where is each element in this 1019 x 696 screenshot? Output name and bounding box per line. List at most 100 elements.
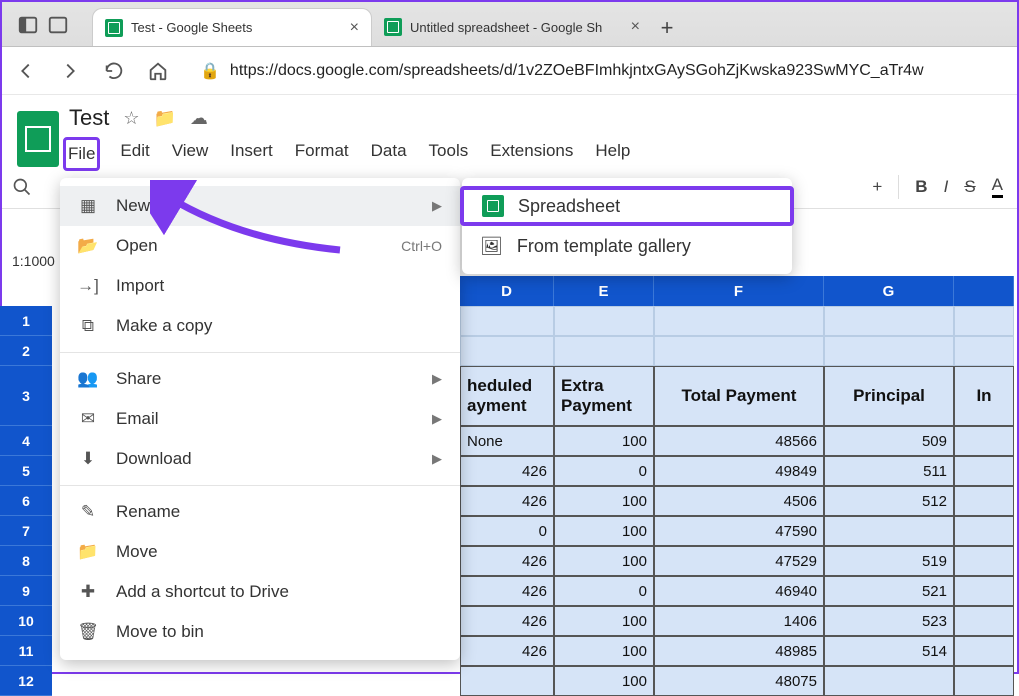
reload-button[interactable]	[102, 59, 126, 83]
window-controls	[7, 4, 92, 46]
row-header[interactable]: 8	[0, 546, 52, 576]
col-header-e[interactable]: E	[554, 276, 654, 306]
cloud-icon[interactable]: ☁	[190, 108, 208, 129]
menu-item-move[interactable]: 📁 Move	[60, 532, 460, 572]
menu-label: Add a shortcut to Drive	[116, 582, 289, 602]
row-header[interactable]: 5	[0, 456, 52, 486]
doc-header: Test ☆ 📁 ☁ File Edit View Insert Format …	[2, 95, 1017, 165]
row-header[interactable]: 12	[0, 666, 52, 696]
home-button[interactable]	[146, 59, 170, 83]
browser-tab-inactive[interactable]: Untitled spreadsheet - Google Sh ×	[372, 8, 652, 46]
menu-item-new[interactable]: ▦ New ▶	[60, 186, 460, 226]
column-headers: D E F G	[460, 276, 1014, 306]
sidebar-icon[interactable]	[17, 14, 39, 36]
cells[interactable]: heduled aymentExtra PaymentTotal Payment…	[460, 306, 1019, 696]
copy-icon: ⧉	[78, 316, 98, 336]
browser-tab-active[interactable]: Test - Google Sheets ×	[92, 8, 372, 46]
row-header[interactable]: 2	[0, 336, 52, 366]
italic-button[interactable]: I	[944, 177, 949, 197]
back-button[interactable]	[14, 59, 38, 83]
move-icon: 📁	[78, 542, 98, 562]
new-tab-button[interactable]: +	[652, 10, 682, 46]
email-icon: ✉	[78, 409, 98, 429]
menu-item-open[interactable]: 📂 Open Ctrl+O	[60, 226, 460, 266]
row-headers: 1 2 3 4 5 6 7 8 9 10 11 12	[0, 306, 52, 696]
row-header[interactable]: 1	[0, 306, 52, 336]
sheets-logo-icon[interactable]	[17, 111, 59, 167]
menu-label: Make a copy	[116, 316, 212, 336]
row-header[interactable]: 9	[0, 576, 52, 606]
col-header-h[interactable]	[954, 276, 1014, 306]
address-bar[interactable]: 🔒 https://docs.google.com/spreadsheets/d…	[190, 61, 1005, 81]
chevron-right-icon: ▶	[432, 451, 442, 467]
shortcut-icon: ✚	[78, 582, 98, 602]
folder-icon: 📂	[78, 236, 98, 256]
row-header[interactable]: 11	[0, 636, 52, 666]
menu-item-import[interactable]: →] Import	[60, 266, 460, 306]
sheets-icon	[384, 18, 402, 36]
separator	[898, 175, 899, 199]
name-box[interactable]: 1:1000	[6, 250, 61, 272]
col-header-d[interactable]: D	[460, 276, 554, 306]
strike-button[interactable]: S	[964, 177, 975, 197]
menu-label: New	[116, 196, 150, 216]
row-header[interactable]: 6	[0, 486, 52, 516]
menu-label: Move to bin	[116, 622, 204, 642]
separator	[60, 485, 460, 486]
move-folder-icon[interactable]: 📁	[154, 108, 176, 129]
menu-item-download[interactable]: ⬇ Download ▶	[60, 439, 460, 479]
bold-button[interactable]: B	[915, 177, 927, 197]
chevron-right-icon: ▶	[432, 371, 442, 387]
row-header[interactable]: 10	[0, 606, 52, 636]
submenu-label: Spreadsheet	[518, 196, 620, 217]
menu-item-copy[interactable]: ⧉ Make a copy	[60, 306, 460, 346]
submenu-spreadsheet[interactable]: Spreadsheet	[460, 186, 794, 226]
import-icon: →]	[78, 276, 98, 296]
submenu-template[interactable]: 🖼 From template gallery	[462, 226, 792, 266]
row-header[interactable]: 4	[0, 426, 52, 456]
close-icon[interactable]: ×	[631, 18, 640, 36]
chevron-right-icon: ▶	[432, 411, 442, 427]
new-submenu: Spreadsheet 🖼 From template gallery	[462, 178, 792, 274]
sheets-icon	[482, 195, 504, 217]
lock-icon: 🔒	[200, 61, 220, 81]
chevron-right-icon: ▶	[432, 198, 442, 214]
row-header[interactable]: 3	[0, 366, 52, 426]
tab-title: Test - Google Sheets	[131, 20, 252, 35]
separator	[60, 352, 460, 353]
tab-title: Untitled spreadsheet - Google Sh	[410, 20, 602, 35]
menu-item-rename[interactable]: ✎ Rename	[60, 492, 460, 532]
download-icon: ⬇	[78, 449, 98, 469]
menu-label: Download	[116, 449, 192, 469]
template-icon: 🖼	[480, 236, 503, 257]
row-header[interactable]: 7	[0, 516, 52, 546]
shortcut: Ctrl+O	[401, 238, 442, 254]
forward-button[interactable]	[58, 59, 82, 83]
menu-item-share[interactable]: 👥 Share ▶	[60, 359, 460, 399]
col-header-f[interactable]: F	[654, 276, 824, 306]
trash-icon: 🗑	[78, 622, 98, 642]
menu-label: Open	[116, 236, 158, 256]
submenu-label: From template gallery	[517, 236, 691, 257]
menu-label: Import	[116, 276, 164, 296]
sheets-icon	[105, 19, 123, 37]
menu-item-bin[interactable]: 🗑 Move to bin	[60, 612, 460, 652]
menu-label: Rename	[116, 502, 180, 522]
url-text: https://docs.google.com/spreadsheets/d/1…	[230, 62, 924, 80]
panel-icon[interactable]	[47, 14, 69, 36]
file-menu-dropdown: ▦ New ▶ 📂 Open Ctrl+O →] Import ⧉ Make a…	[60, 178, 460, 660]
text-color-button[interactable]: A	[992, 175, 1003, 198]
menu-label: Share	[116, 369, 161, 389]
col-header-g[interactable]: G	[824, 276, 954, 306]
doc-title[interactable]: Test	[69, 105, 109, 131]
browser-tab-strip: Test - Google Sheets × Untitled spreadsh…	[2, 2, 1017, 47]
star-icon[interactable]: ☆	[123, 108, 139, 129]
search-icon[interactable]	[2, 177, 42, 197]
menu-item-shortcut[interactable]: ✚ Add a shortcut to Drive	[60, 572, 460, 612]
menu-label: Move	[116, 542, 158, 562]
browser-navbar: 🔒 https://docs.google.com/spreadsheets/d…	[2, 47, 1017, 95]
close-icon[interactable]: ×	[350, 19, 359, 37]
insert-button[interactable]: +	[872, 177, 882, 197]
grid-icon: ▦	[78, 196, 98, 216]
menu-item-email[interactable]: ✉ Email ▶	[60, 399, 460, 439]
